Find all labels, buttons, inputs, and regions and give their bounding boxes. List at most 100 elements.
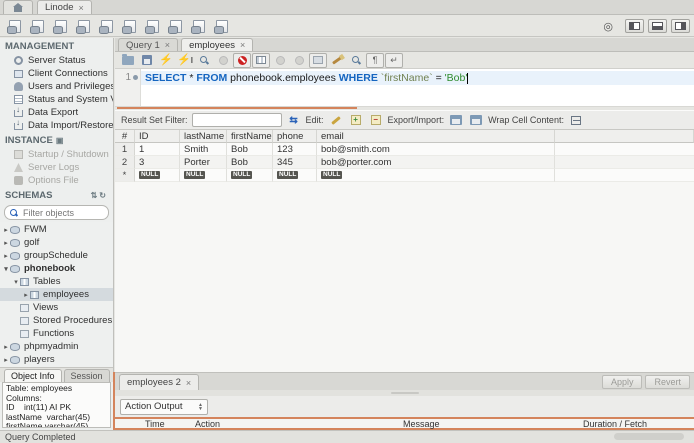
cell-null[interactable]: NULL (135, 169, 180, 182)
cell-email[interactable]: bob@smith.com (317, 143, 555, 156)
connection-tab-linode[interactable]: Linode × (37, 0, 92, 14)
tree-item-views[interactable]: Views (0, 301, 113, 314)
chevron-right-icon[interactable]: ▸ (2, 226, 10, 234)
cell-null[interactable]: NULL (227, 169, 273, 182)
open-script-button[interactable] (119, 53, 137, 68)
chevron-right-icon[interactable]: ▸ (2, 252, 10, 260)
toggle-invisibles-button[interactable]: ¶ (366, 52, 384, 68)
cell-email[interactable]: bob@porter.com (317, 156, 555, 169)
chevron-right-icon[interactable]: ▸ (2, 343, 10, 351)
sidebar-item-server-logs[interactable]: Server Logs (0, 161, 113, 174)
new-stored-procedure-button[interactable] (119, 18, 140, 35)
delete-record-button[interactable]: − (368, 113, 384, 127)
tree-item-phonebook[interactable]: ▾ phonebook (0, 262, 113, 275)
tab-employees[interactable]: employees × (181, 38, 254, 51)
tab-query-1[interactable]: Query 1 × (118, 38, 179, 51)
row-header[interactable]: 2 (115, 156, 135, 169)
cell-null[interactable]: NULL (273, 169, 317, 182)
toggle-right-panel-button[interactable] (671, 19, 690, 33)
output-column-time[interactable]: Time (145, 419, 195, 429)
import-records-button[interactable] (468, 113, 484, 127)
cell-firstname[interactable]: Bob (227, 143, 273, 156)
revert-button[interactable]: Revert (645, 375, 690, 389)
cell-phone[interactable]: 345 (273, 156, 317, 169)
execute-current-button[interactable]: ⚡ (176, 53, 194, 68)
schema-filter[interactable] (4, 205, 109, 220)
new-user-button[interactable] (165, 18, 186, 35)
sidebar-splitter-highlight[interactable] (113, 372, 115, 430)
tree-item-employees[interactable]: ▸ employees (0, 288, 113, 301)
tree-item-functions[interactable]: Functions (0, 327, 113, 340)
tree-item-tables[interactable]: ▾ Tables (0, 275, 113, 288)
reconnect-dbms-button[interactable] (211, 18, 232, 35)
sidebar-item-client-connections[interactable]: Client Connections (0, 67, 113, 80)
close-icon[interactable]: × (186, 378, 191, 388)
sidebar-item-startup-shutdown[interactable]: Startup / Shutdown (0, 148, 113, 161)
cell-id[interactable]: 1 (135, 143, 180, 156)
limit-rows-button[interactable] (252, 52, 270, 68)
apply-button[interactable]: Apply (601, 375, 643, 389)
add-record-button[interactable]: + (348, 113, 364, 127)
close-icon[interactable]: × (165, 40, 170, 50)
column-header-lastname[interactable]: lastName (180, 130, 227, 143)
stop-on-error-toggle[interactable] (233, 52, 251, 68)
tab-object-info[interactable]: Object Info (4, 369, 62, 382)
close-icon[interactable]: × (240, 40, 245, 50)
cell-null[interactable]: NULL (317, 169, 555, 182)
tab-session[interactable]: Session (63, 369, 110, 382)
column-header-firstname[interactable]: firstName (227, 130, 273, 143)
table-row-new[interactable]: * NULL NULL NULL NULL NULL (115, 169, 694, 182)
schemas-expand-icon[interactable]: ⇅↻ (91, 191, 108, 200)
toggle-left-panel-button[interactable] (625, 19, 644, 33)
home-tab[interactable] (3, 0, 33, 14)
result-set-filter-input[interactable] (191, 113, 282, 127)
output-selector[interactable]: Action Output ▲ ▼ (120, 398, 208, 415)
chevron-right-icon[interactable]: ▸ (22, 291, 30, 299)
editor-code-area[interactable]: SELECT * FROM phonebook.employees WHERE … (141, 69, 694, 106)
new-function-button[interactable] (142, 18, 163, 35)
sidebar-item-users-privileges[interactable]: Users and Privileges (0, 80, 113, 93)
toggle-bottom-panel-button[interactable] (648, 19, 667, 33)
horizontal-scrollbar[interactable] (614, 433, 684, 440)
table-row[interactable]: 1 1 Smith Bob 123 bob@smith.com (115, 143, 694, 156)
close-icon[interactable]: × (79, 3, 84, 13)
refresh-button[interactable]: ⇆ (286, 113, 302, 127)
column-header-phone[interactable]: phone (273, 130, 317, 143)
output-splitter[interactable] (115, 390, 694, 396)
editor-result-splitter[interactable] (115, 107, 694, 110)
sidebar-item-data-import[interactable]: Data Import/Restore (0, 118, 113, 132)
toggle-wrap-button[interactable]: ↵ (385, 52, 403, 68)
schema-filter-input[interactable] (21, 206, 103, 219)
save-script-button[interactable] (138, 53, 156, 68)
tree-item-fwm[interactable]: ▸ FWM (0, 223, 113, 236)
cell-id[interactable]: 3 (135, 156, 180, 169)
tree-item-stored-procedures[interactable]: Stored Procedures (0, 314, 113, 327)
wrap-cell-content-toggle[interactable] (568, 113, 584, 127)
column-header-email[interactable]: email (317, 130, 555, 143)
new-connection-button[interactable] (4, 18, 25, 35)
new-table-button[interactable] (73, 18, 94, 35)
tab-employees-2[interactable]: employees 2 × (119, 374, 200, 390)
column-header-id[interactable]: ID (135, 130, 180, 143)
tree-item-players[interactable]: ▸ players (0, 353, 113, 366)
cell-lastname[interactable]: Smith (180, 143, 227, 156)
sidebar-item-options-file[interactable]: Options File (0, 174, 113, 187)
export-records-button[interactable] (448, 113, 464, 127)
autocommit-toggle[interactable] (309, 52, 327, 68)
open-sql-script-button[interactable] (27, 18, 48, 35)
tree-item-phpmyadmin[interactable]: ▸ phpmyadmin (0, 340, 113, 353)
search-objects-button[interactable] (188, 18, 209, 35)
sidebar-item-server-status[interactable]: Server Status (0, 54, 113, 67)
chevron-right-icon[interactable]: ▸ (2, 239, 10, 247)
beautify-button[interactable] (328, 53, 346, 68)
edit-record-button[interactable] (328, 113, 344, 127)
sql-editor[interactable]: 1 SELECT * FROM phonebook.employees WHER… (115, 69, 694, 107)
output-column-duration[interactable]: Duration / Fetch (583, 419, 694, 429)
table-row[interactable]: 2 3 Porter Bob 345 bob@porter.com (115, 156, 694, 169)
chevron-down-icon[interactable]: ▾ (2, 265, 10, 273)
tree-item-groupschedule[interactable]: ▸ groupSchedule (0, 249, 113, 262)
chevron-right-icon[interactable]: ▸ (2, 356, 10, 364)
execute-button[interactable]: ⚡ (157, 53, 175, 68)
new-view-button[interactable] (96, 18, 117, 35)
cell-phone[interactable]: 123 (273, 143, 317, 156)
